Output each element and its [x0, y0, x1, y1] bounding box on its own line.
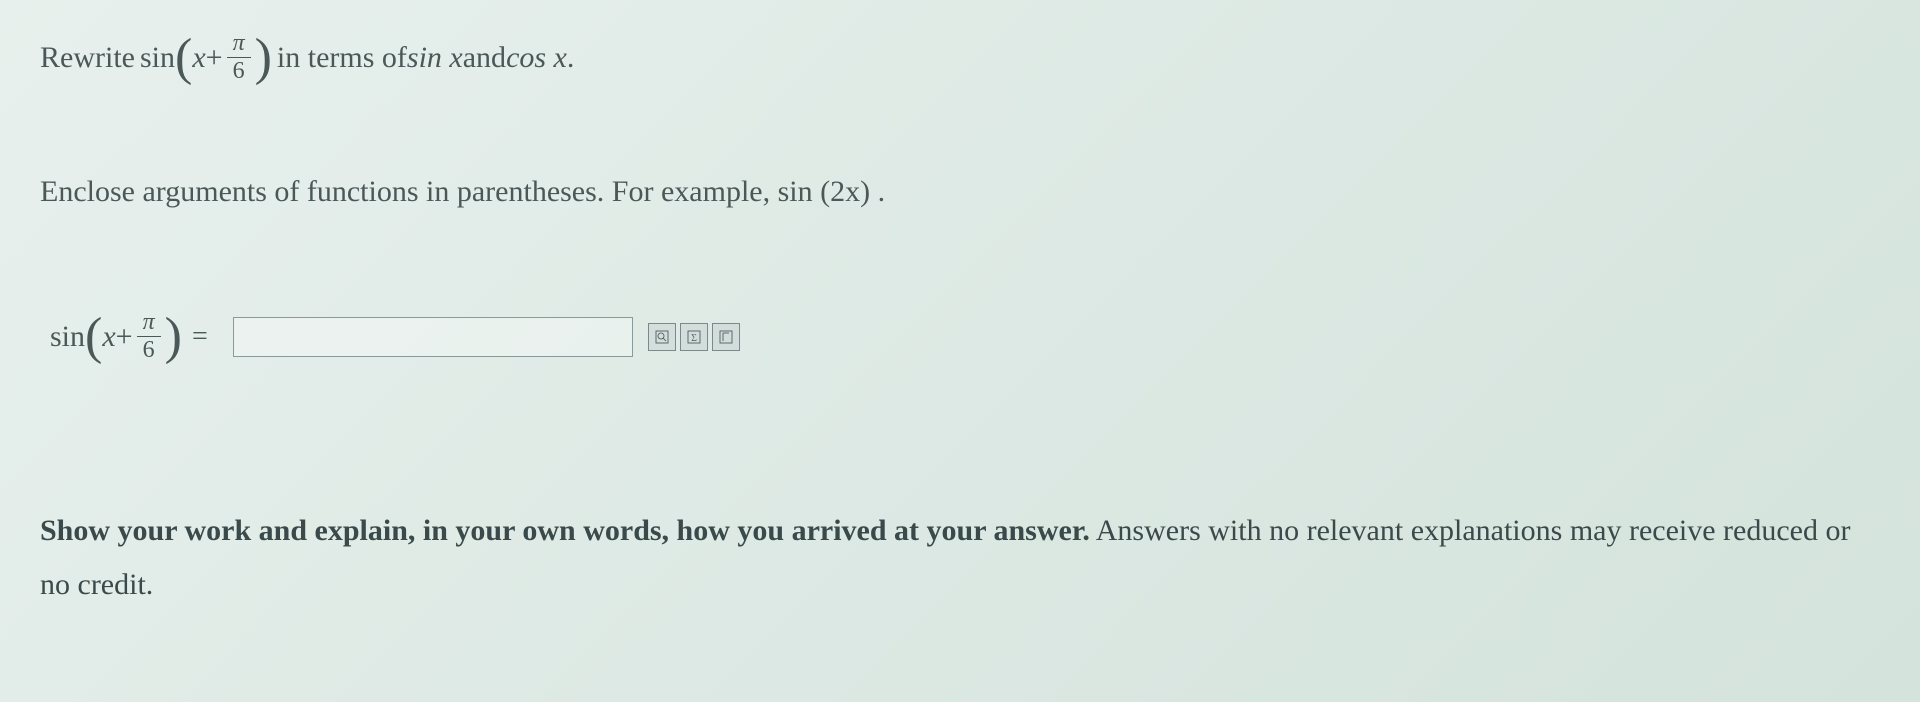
period2: . — [878, 175, 886, 208]
answer-var-x: x — [102, 320, 115, 354]
preview-icon[interactable] — [648, 323, 676, 351]
left-paren: ( — [175, 37, 192, 79]
answer-fraction: π 6 — [137, 309, 161, 364]
and-text: and — [463, 41, 506, 75]
hint-text: Enclose arguments of functions in parent… — [40, 175, 778, 208]
sigma-icon[interactable]: Σ — [680, 323, 708, 351]
answer-rparen: ) — [165, 316, 182, 358]
cosx-text: cos x — [506, 41, 567, 75]
instructions-bold: Show your work and explain, in your own … — [40, 514, 1090, 547]
instructions-text: Show your work and explain, in your own … — [40, 504, 1880, 612]
denominator: 6 — [227, 58, 251, 85]
problem-statement-line1: Rewrite sin ( x + π 6 ) in terms of sin … — [40, 30, 1880, 85]
fraction-pi-6: π 6 — [227, 30, 251, 85]
tool-icons: Σ — [648, 323, 740, 351]
svg-text:Σ: Σ — [691, 333, 697, 344]
answer-den: 6 — [137, 337, 161, 364]
answer-sin: sin — [50, 320, 85, 354]
right-paren: ) — [255, 37, 272, 79]
answer-row: sin ( x + π 6 ) = Σ — [50, 309, 1880, 364]
answer-plus: + — [116, 320, 133, 354]
answer-label: sin ( x + π 6 ) = — [50, 309, 218, 364]
answer-input[interactable] — [233, 317, 633, 357]
help-icon[interactable] — [712, 323, 740, 351]
period1: . — [567, 41, 575, 75]
sin-function: sin — [140, 41, 175, 75]
hint-example: sin (2x) — [778, 175, 871, 208]
math-expression-1: sin ( x + π 6 ) — [140, 30, 272, 85]
equals-sign: = — [192, 321, 208, 353]
sinx-text: sin x — [407, 41, 463, 75]
answer-lparen: ( — [85, 316, 102, 358]
hint-line: Enclose arguments of functions in parent… — [40, 175, 1880, 209]
variable-x: x — [192, 41, 205, 75]
answer-num: π — [137, 309, 161, 337]
plus-op: + — [206, 41, 223, 75]
problem-suffix1: in terms of — [277, 41, 407, 75]
problem-prefix: Rewrite — [40, 41, 135, 75]
numerator: π — [227, 30, 251, 58]
